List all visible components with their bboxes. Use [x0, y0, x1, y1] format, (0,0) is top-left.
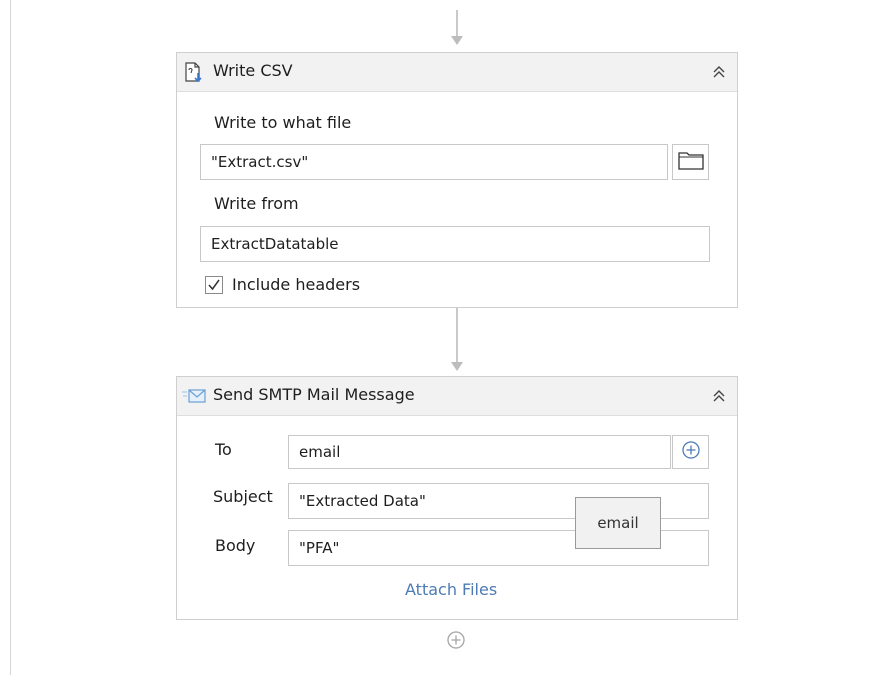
browse-file-button[interactable]: [672, 144, 709, 180]
subject-label: Subject: [213, 487, 273, 506]
checkmark-icon: [208, 279, 220, 291]
to-add-button-frame[interactable]: [672, 435, 709, 469]
send-smtp-header[interactable]: Send SMTP Mail Message: [177, 377, 737, 416]
double-chevron-up-icon[interactable]: [711, 388, 727, 404]
subject-value: "Extracted Data": [299, 492, 426, 510]
connector-arrow-middle: [451, 362, 463, 371]
connector-arrow-top: [451, 36, 463, 45]
attach-files-link[interactable]: Attach Files: [405, 580, 497, 599]
write-from-value: ExtractDatatable: [211, 235, 339, 253]
include-headers-checkbox[interactable]: [205, 276, 223, 294]
body-label: Body: [215, 536, 256, 555]
connector-line-middle: [456, 308, 458, 364]
to-input[interactable]: email: [288, 435, 671, 469]
write-csv-header[interactable]: Write CSV: [177, 53, 737, 92]
write-to-file-label: Write to what file: [214, 113, 352, 132]
tooltip-text: email: [597, 514, 639, 532]
double-chevron-up-icon[interactable]: [711, 64, 727, 80]
write-to-file-input[interactable]: "Extract.csv": [200, 144, 668, 180]
connector-line-top: [456, 10, 458, 38]
tooltip: email: [575, 497, 661, 549]
body-value: "PFA": [299, 539, 340, 557]
write-to-file-value: "Extract.csv": [211, 153, 309, 171]
envelope-icon: [181, 388, 207, 404]
write-from-label: Write from: [214, 194, 299, 213]
plus-circle-icon[interactable]: [681, 440, 701, 464]
write-from-input[interactable]: ExtractDatatable: [200, 226, 710, 262]
write-csv-title: Write CSV: [213, 61, 293, 80]
to-value: email: [299, 443, 341, 461]
write-csv-activity[interactable]: Write CSV Write to what file "Extract.cs…: [176, 52, 738, 308]
include-headers-label: Include headers: [232, 275, 361, 294]
send-smtp-title: Send SMTP Mail Message: [213, 385, 415, 404]
write-csv-file-icon: [183, 61, 205, 83]
canvas-left-border: [10, 0, 11, 675]
to-label: To: [215, 440, 232, 459]
folder-icon: [677, 150, 704, 174]
add-activity-plus-icon[interactable]: [446, 630, 466, 654]
